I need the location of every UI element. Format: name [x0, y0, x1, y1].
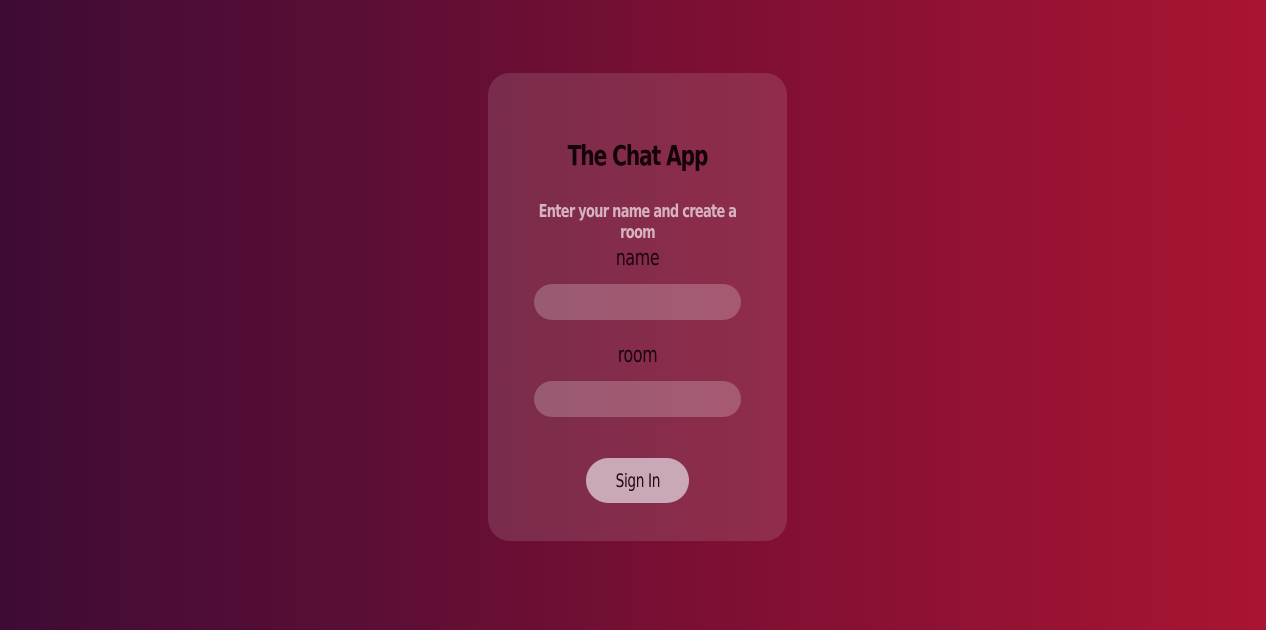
sign-in-button-label: Sign In: [615, 469, 660, 492]
sign-in-form: The Chat App Enter your name and create …: [488, 73, 787, 541]
sign-in-button[interactable]: Sign In: [586, 458, 689, 503]
page-subtitle: Enter your name and create a room: [538, 201, 737, 243]
page-title: The Chat App: [567, 139, 709, 172]
name-input[interactable]: [534, 284, 741, 320]
name-label: name: [615, 246, 660, 271]
room-input[interactable]: [534, 381, 741, 417]
room-label: room: [617, 343, 658, 368]
sign-in-card: The Chat App Enter your name and create …: [488, 73, 787, 541]
